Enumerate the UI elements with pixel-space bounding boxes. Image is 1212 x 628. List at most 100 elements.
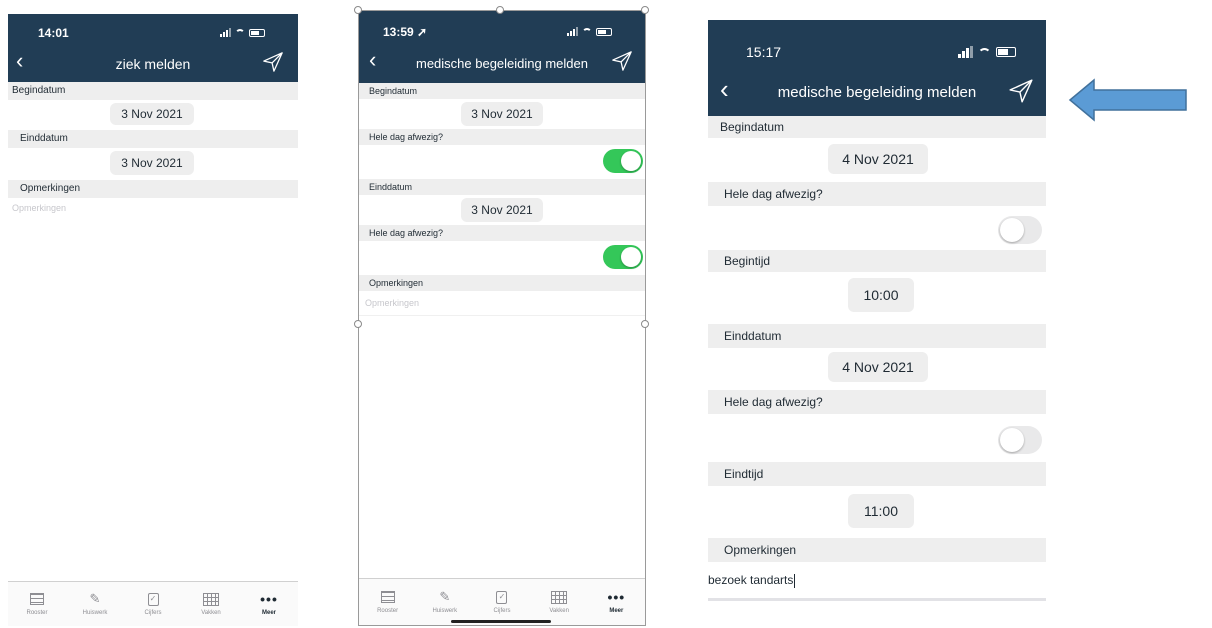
tab-label: Huiswerk — [82, 610, 108, 616]
end-date-row: 4 Nov 2021 — [708, 348, 1046, 390]
section-allday-1: Hele dag afwezig? — [708, 182, 1046, 206]
begin-time-row: 10:00 — [708, 272, 1046, 324]
section-einddatum: Einddatum — [359, 179, 645, 195]
checkbox-icon: ✓ — [145, 592, 161, 606]
tab-bar: Rooster ✎ Huiswerk ✓ Cijfers Vakken ••• Mee… — [8, 581, 298, 626]
home-indicator — [451, 620, 551, 623]
wifi-icon — [978, 47, 991, 57]
selection-handle[interactable] — [354, 320, 362, 328]
send-icon[interactable] — [611, 50, 633, 72]
end-date-row: 3 Nov 2021 — [8, 148, 298, 180]
status-time: 14:01 — [38, 26, 69, 40]
battery-icon — [996, 47, 1016, 57]
app-header: 15:17 ‹ medische begeleiding melden — [708, 20, 1046, 116]
tab-meer[interactable]: ••• Meer — [592, 589, 640, 614]
page-title: medische begeleiding melden — [415, 56, 588, 71]
signal-icon — [220, 28, 231, 37]
tab-label: Huiswerk — [432, 608, 458, 614]
status-icons — [958, 46, 1016, 58]
section-begindatum: Begindatum — [359, 83, 645, 99]
allday-row-2 — [708, 414, 1046, 462]
tab-vakken[interactable]: Vakken — [535, 590, 583, 614]
allday-toggle-1[interactable] — [603, 149, 643, 173]
more-icon: ••• — [260, 591, 278, 607]
app-header: 14:01 ‹ ziek melden — [8, 14, 298, 82]
allday-row-1 — [708, 206, 1046, 250]
page-title: medische begeleiding melden — [777, 84, 977, 101]
end-time-picker[interactable]: 11:00 — [848, 494, 914, 528]
status-icons — [567, 27, 612, 36]
remarks-input[interactable]: bezoek tandarts — [708, 562, 1046, 601]
selection-handle[interactable] — [641, 6, 649, 14]
begin-time-picker[interactable]: 10:00 — [848, 278, 914, 312]
tab-rooster[interactable]: Rooster — [364, 590, 412, 614]
tab-label: Vakken — [201, 610, 221, 616]
tab-label: Rooster — [377, 608, 399, 614]
section-opmerkingen: Opmerkingen — [8, 180, 298, 198]
begin-date-row: 4 Nov 2021 — [708, 138, 1046, 182]
begin-date-picker[interactable]: 3 Nov 2021 — [110, 103, 194, 125]
end-date-picker[interactable]: 4 Nov 2021 — [828, 352, 928, 382]
tab-label: Rooster — [26, 610, 48, 616]
left-arrow-icon — [1068, 78, 1187, 122]
section-opmerkingen: Opmerkingen — [359, 275, 645, 291]
tab-vakken[interactable]: Vakken — [187, 592, 235, 616]
grid-icon — [551, 590, 568, 604]
status-time: 13:59 ➚ — [383, 25, 427, 39]
status-bar: 15:17 — [708, 20, 1046, 72]
tab-cijfers[interactable]: ✓ Cijfers — [478, 590, 526, 614]
battery-icon — [596, 27, 612, 36]
tab-bar: Rooster ✎ Huiswerk ✓ Cijfers Vakken ••• Mee… — [359, 578, 645, 625]
tab-label: Cijfers — [493, 608, 511, 614]
tab-label: Meer — [261, 610, 276, 616]
tab-label: Meer — [609, 608, 624, 614]
allday-toggle-1[interactable] — [998, 216, 1042, 244]
remarks-input[interactable]: Opmerkingen — [8, 198, 298, 218]
send-icon[interactable] — [1008, 78, 1034, 104]
app-header: 13:59 ➚ ‹ medische begeleiding melden — [359, 11, 645, 83]
phone-screen-medische-begeleiding-zoomed: 15:17 ‹ medische begeleiding melden Begi… — [708, 20, 1046, 624]
allday-row-1 — [359, 145, 645, 179]
end-date-picker[interactable]: 3 Nov 2021 — [110, 151, 194, 175]
nav-bar: ‹ medische begeleiding melden — [359, 47, 645, 83]
phone-screen-medische-begeleiding: 13:59 ➚ ‹ medische begeleiding melden Be… — [358, 10, 646, 626]
signal-icon — [958, 46, 973, 58]
section-einddatum: Einddatum — [708, 324, 1046, 348]
phone-screen-ziek-melden: 14:01 ‹ ziek melden Begindatum 3 Nov 202… — [8, 14, 298, 626]
status-bar: 14:01 — [8, 14, 298, 46]
wifi-icon — [235, 29, 245, 36]
location-arrow-icon: ➚ — [417, 25, 428, 39]
selection-handle[interactable] — [641, 320, 649, 328]
wifi-icon — [582, 28, 592, 35]
tab-huiswerk[interactable]: ✎ Huiswerk — [421, 589, 469, 614]
checkbox-icon: ✓ — [494, 590, 510, 604]
section-eindtijd: Eindtijd — [708, 462, 1046, 486]
remarks-input[interactable]: Opmerkingen — [359, 291, 645, 316]
tab-huiswerk[interactable]: ✎ Huiswerk — [71, 591, 119, 616]
status-bar: 13:59 ➚ — [359, 11, 645, 47]
tab-rooster[interactable]: Rooster — [13, 592, 61, 616]
allday-toggle-2[interactable] — [998, 426, 1042, 454]
more-icon: ••• — [607, 589, 626, 605]
send-icon[interactable] — [262, 51, 284, 73]
remarks-text: bezoek tandarts — [708, 573, 794, 587]
begin-date-picker[interactable]: 4 Nov 2021 — [828, 144, 928, 174]
selection-handle[interactable] — [496, 6, 504, 14]
grid-icon — [203, 592, 219, 606]
end-date-picker[interactable]: 3 Nov 2021 — [461, 198, 543, 222]
begin-date-picker[interactable]: 3 Nov 2021 — [461, 102, 543, 126]
allday-row-2 — [359, 241, 645, 275]
selection-handle[interactable] — [354, 6, 362, 14]
tab-meer[interactable]: ••• Meer — [245, 591, 293, 616]
status-time-text: 13:59 — [383, 25, 414, 39]
nav-bar: ‹ medische begeleiding melden — [708, 72, 1046, 116]
tab-label: Cijfers — [144, 610, 162, 616]
begin-date-row: 3 Nov 2021 — [359, 99, 645, 129]
status-time: 15:17 — [746, 44, 782, 60]
tab-cijfers[interactable]: ✓ Cijfers — [129, 592, 177, 616]
allday-toggle-2[interactable] — [603, 245, 643, 269]
section-begindatum: Begindatum — [708, 116, 1046, 138]
signal-icon — [567, 27, 578, 36]
text-cursor — [794, 573, 796, 588]
section-allday-1: Hele dag afwezig? — [359, 129, 645, 145]
